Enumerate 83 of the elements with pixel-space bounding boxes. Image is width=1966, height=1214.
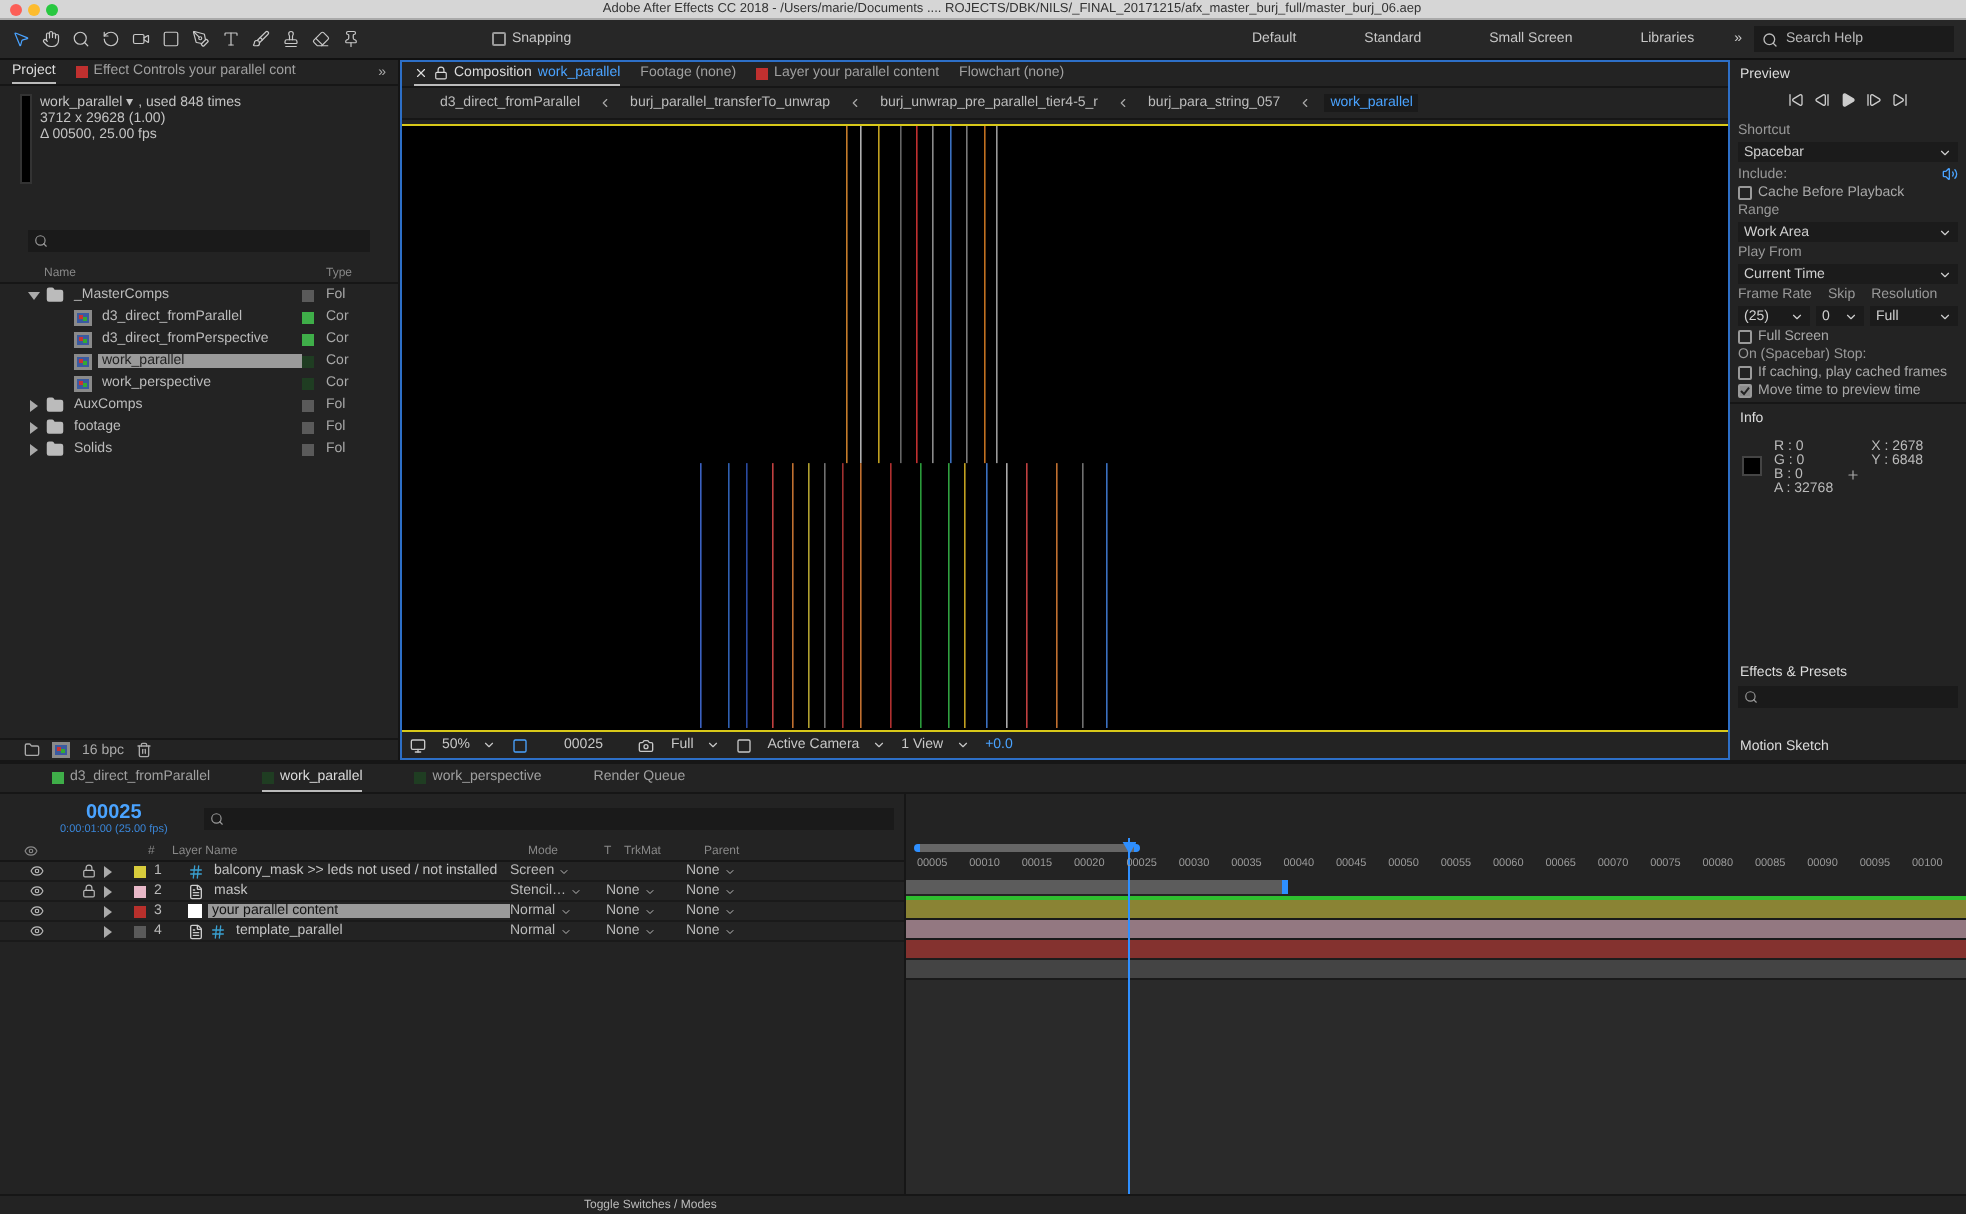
folder-icon[interactable] [24,742,40,758]
lock-icon[interactable] [82,864,96,878]
checkbox[interactable] [1738,330,1752,344]
chevron-down-icon [482,738,497,752]
search-field[interactable] [203,807,894,829]
chevron-down-icon [1938,309,1952,323]
stamp-icon[interactable] [282,30,300,48]
square-icon[interactable] [162,30,180,48]
composition-icon [74,309,92,325]
visibility-icon[interactable] [30,884,44,898]
chevron-left-icon [848,96,863,110]
rotate-icon[interactable] [102,30,120,48]
square-icon[interactable] [735,737,752,753]
pen-icon[interactable] [192,30,210,48]
trash-icon[interactable] [136,742,153,758]
collapsed-caret-icon[interactable] [28,399,40,411]
chevron-down-icon [705,738,720,752]
chevron-down-icon [1938,145,1952,159]
composition-icon [74,375,92,391]
chevron-down-icon [955,738,970,752]
hash-icon [210,923,226,939]
solid-icon [188,904,202,918]
search-icon [1762,31,1778,47]
first-frame-button[interactable] [1788,92,1804,108]
next-frame-button[interactable] [1866,92,1882,108]
chevron-down-icon [1790,309,1804,323]
folder-icon [46,286,64,304]
current-timecode[interactable]: 00025 [86,801,142,823]
square-icon[interactable] [512,737,529,753]
folder-icon [46,440,64,458]
chevron-left-icon [598,96,613,110]
chevron-left-icon [1116,96,1131,110]
search-field[interactable] [1738,686,1958,708]
lock-icon [434,66,448,80]
search-icon [1744,690,1758,704]
crosshair-icon [1845,468,1860,482]
speaker-icon[interactable] [1942,166,1958,182]
visibility-icon [24,844,38,858]
last-frame-button[interactable] [1892,92,1908,108]
hand-icon[interactable] [42,30,60,48]
previous-frame-button[interactable] [1814,92,1830,108]
composition-icon [74,331,92,347]
search-icon [34,234,48,248]
document-icon [188,883,204,899]
chevron-left-icon [1298,96,1313,110]
checkbox[interactable] [1738,186,1752,200]
visibility-icon[interactable] [30,904,44,918]
layer-bar[interactable] [906,900,1966,920]
pointer-icon[interactable] [12,30,30,48]
chevron-down-icon [1938,225,1952,239]
chevron-down-icon [871,738,886,752]
type-icon[interactable] [222,30,240,48]
layer-bar[interactable] [906,920,1966,940]
search-icon [209,811,224,825]
visibility-icon[interactable] [30,864,44,878]
collapsed-caret-icon[interactable] [28,421,40,433]
monitor-icon[interactable] [410,737,426,753]
pin-icon[interactable] [342,30,360,48]
chevron-down-icon [1844,309,1858,323]
color-swatch [1742,456,1762,476]
thumbnail [20,94,32,184]
composition-icon [74,353,92,369]
folder-icon [46,418,64,436]
camera-icon[interactable] [132,30,150,48]
eraser-icon[interactable] [312,30,330,48]
lock-icon[interactable] [82,884,96,898]
brush-icon[interactable] [252,30,270,48]
folder-icon [46,396,64,414]
document-icon [188,923,204,939]
camera-icon[interactable] [638,737,655,753]
composition-icon [52,742,70,758]
collapsed-caret-icon[interactable] [28,443,40,455]
search-field[interactable] [28,230,370,252]
play-button[interactable] [1840,92,1856,108]
chevron-down-icon [1938,267,1952,281]
hash-icon [188,863,204,879]
zoom-icon[interactable] [72,30,90,48]
close-icon[interactable] [414,66,428,80]
checkbox[interactable] [1738,384,1752,398]
expanded-caret-icon[interactable] [28,289,40,301]
visibility-icon[interactable] [30,924,44,938]
checkbox[interactable] [1738,366,1752,380]
checkbox[interactable] [492,32,506,46]
